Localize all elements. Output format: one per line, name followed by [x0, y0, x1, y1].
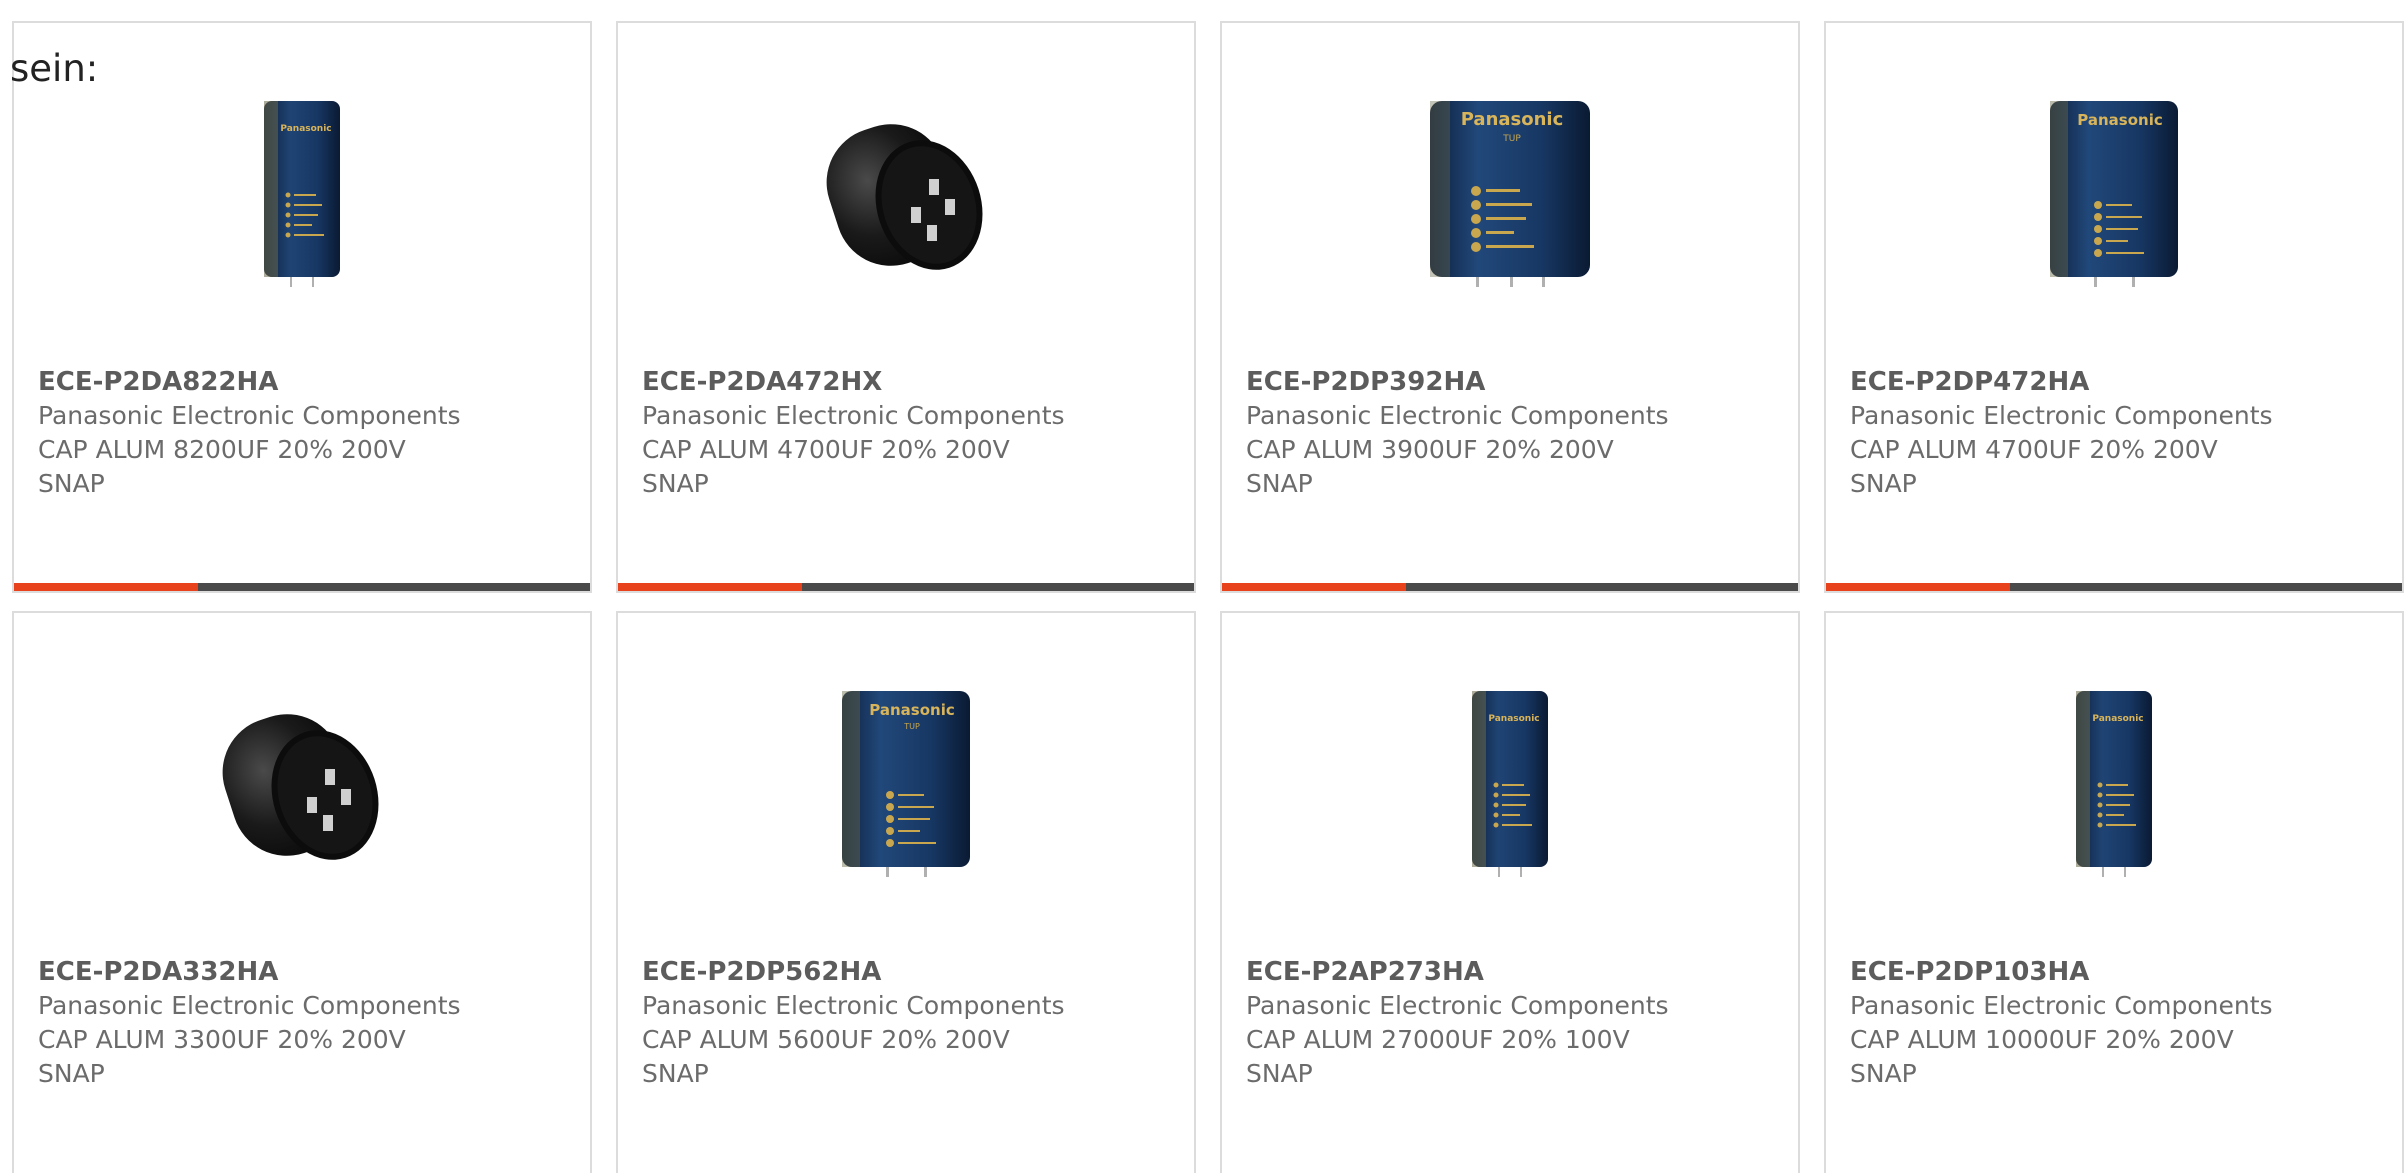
product-image[interactable]: Panasonic	[1222, 683, 1798, 883]
accent-segment	[14, 583, 198, 591]
product-image[interactable]	[618, 93, 1194, 293]
description-suffix: SNAP	[38, 469, 105, 498]
hover-progress-bar	[14, 583, 590, 591]
description-suffix: SNAP	[1246, 1059, 1313, 1088]
description: CAP ALUM 3300UF 20% 200V	[38, 1025, 406, 1054]
product-image[interactable]: Panasonic TUP	[618, 683, 1194, 883]
description-suffix: SNAP	[642, 469, 709, 498]
svg-text:Panasonic: Panasonic	[2092, 714, 2143, 724]
description: CAP ALUM 3900UF 20% 200V	[1246, 435, 1614, 464]
product-card[interactable]: ECE-P2DA332HA Panasonic Electronic Compo…	[12, 611, 592, 1173]
svg-text:TUP: TUP	[903, 722, 920, 731]
manufacturer: Panasonic Electronic Components	[1850, 401, 2273, 430]
description: CAP ALUM 10000UF 20% 200V	[1850, 1025, 2234, 1054]
product-card[interactable]: Panasonic ECE-P2DP103HA Panasonic Electr…	[1824, 611, 2404, 1173]
product-card[interactable]: Panasonic TUP ECE-P2DP392HA Panasonic El…	[1220, 21, 1800, 593]
manufacturer: Panasonic Electronic Components	[1246, 401, 1669, 430]
capacitor-image: Panasonic TUP	[842, 691, 970, 877]
description-suffix: SNAP	[1246, 469, 1313, 498]
capacitor-image	[826, 124, 983, 270]
description-suffix: SNAP	[642, 1059, 709, 1088]
manufacturer: Panasonic Electronic Components	[1246, 991, 1669, 1020]
description-suffix: SNAP	[1850, 469, 1917, 498]
part-number-link[interactable]: ECE-P2DA472HX	[642, 365, 1178, 399]
product-info: ECE-P2DP392HA Panasonic Electronic Compo…	[1246, 365, 1782, 501]
description-suffix: SNAP	[1850, 1059, 1917, 1088]
capacitor-image: Panasonic	[264, 101, 340, 287]
product-info: ECE-P2AP273HA Panasonic Electronic Compo…	[1246, 955, 1782, 1091]
manufacturer: Panasonic Electronic Components	[642, 991, 1065, 1020]
svg-text:Panasonic: Panasonic	[1488, 714, 1539, 724]
product-info: ECE-P2DP562HA Panasonic Electronic Compo…	[642, 955, 1178, 1091]
description: CAP ALUM 8200UF 20% 200V	[38, 435, 406, 464]
manufacturer: Panasonic Electronic Components	[1850, 991, 2273, 1020]
part-number-link[interactable]: ECE-P2AP273HA	[1246, 955, 1782, 989]
accent-segment	[1826, 583, 2010, 591]
page: sein: Panasonic ECE-P2DA822HA Panasonic …	[0, 0, 2405, 1173]
capacitor-image: Panasonic	[2076, 691, 2152, 877]
product-info: ECE-P2DA822HA Panasonic Electronic Compo…	[38, 365, 574, 501]
product-image[interactable]: Panasonic	[1826, 683, 2402, 883]
product-card[interactable]: Panasonic ECE-P2DP472HA Panasonic Electr…	[1824, 21, 2404, 593]
product-info: ECE-P2DA332HA Panasonic Electronic Compo…	[38, 955, 574, 1091]
product-info: ECE-P2DA472HX Panasonic Electronic Compo…	[642, 365, 1178, 501]
hover-progress-bar	[1826, 583, 2402, 591]
product-info: ECE-P2DP103HA Panasonic Electronic Compo…	[1850, 955, 2386, 1091]
manufacturer: Panasonic Electronic Components	[38, 991, 461, 1020]
product-image[interactable]: Panasonic	[1826, 93, 2402, 293]
part-number-link[interactable]: ECE-P2DP103HA	[1850, 955, 2386, 989]
hover-progress-bar	[618, 583, 1194, 591]
part-number-link[interactable]: ECE-P2DP562HA	[642, 955, 1178, 989]
intro-text: sein:	[10, 47, 99, 90]
part-number-link[interactable]: ECE-P2DA822HA	[38, 365, 574, 399]
capacitor-image: Panasonic	[2050, 101, 2178, 287]
description: CAP ALUM 4700UF 20% 200V	[642, 435, 1010, 464]
description: CAP ALUM 5600UF 20% 200V	[642, 1025, 1010, 1054]
description: CAP ALUM 4700UF 20% 200V	[1850, 435, 2218, 464]
part-number-link[interactable]: ECE-P2DP392HA	[1246, 365, 1782, 399]
svg-text:Panasonic: Panasonic	[2077, 111, 2162, 129]
capacitor-image	[222, 714, 379, 860]
accent-segment	[1222, 583, 1406, 591]
svg-text:Panasonic: Panasonic	[869, 701, 954, 719]
manufacturer: Panasonic Electronic Components	[38, 401, 461, 430]
part-number-link[interactable]: ECE-P2DA332HA	[38, 955, 574, 989]
product-card[interactable]: Panasonic ECE-P2DA822HA Panasonic Electr…	[12, 21, 592, 593]
product-info: ECE-P2DP472HA Panasonic Electronic Compo…	[1850, 365, 2386, 501]
hover-progress-bar	[1222, 583, 1798, 591]
product-image[interactable]: Panasonic	[14, 93, 590, 293]
product-card[interactable]: Panasonic TUP ECE-P2DP562HA Panasonic El…	[616, 611, 1196, 1173]
product-card[interactable]: ECE-P2DA472HX Panasonic Electronic Compo…	[616, 21, 1196, 593]
product-grid: Panasonic ECE-P2DA822HA Panasonic Electr…	[12, 21, 2404, 1173]
description-suffix: SNAP	[38, 1059, 105, 1088]
description: CAP ALUM 27000UF 20% 100V	[1246, 1025, 1630, 1054]
manufacturer: Panasonic Electronic Components	[642, 401, 1065, 430]
svg-text:TUP: TUP	[1502, 134, 1521, 144]
product-image[interactable]	[14, 683, 590, 883]
capacitor-image: Panasonic TUP	[1430, 101, 1590, 287]
svg-text:Panasonic: Panasonic	[280, 124, 331, 134]
capacitor-image: Panasonic	[1472, 691, 1548, 877]
product-card[interactable]: Panasonic ECE-P2AP273HA Panasonic Electr…	[1220, 611, 1800, 1173]
accent-segment	[618, 583, 802, 591]
svg-text:Panasonic: Panasonic	[1461, 109, 1564, 130]
product-image[interactable]: Panasonic TUP	[1222, 93, 1798, 293]
part-number-link[interactable]: ECE-P2DP472HA	[1850, 365, 2386, 399]
